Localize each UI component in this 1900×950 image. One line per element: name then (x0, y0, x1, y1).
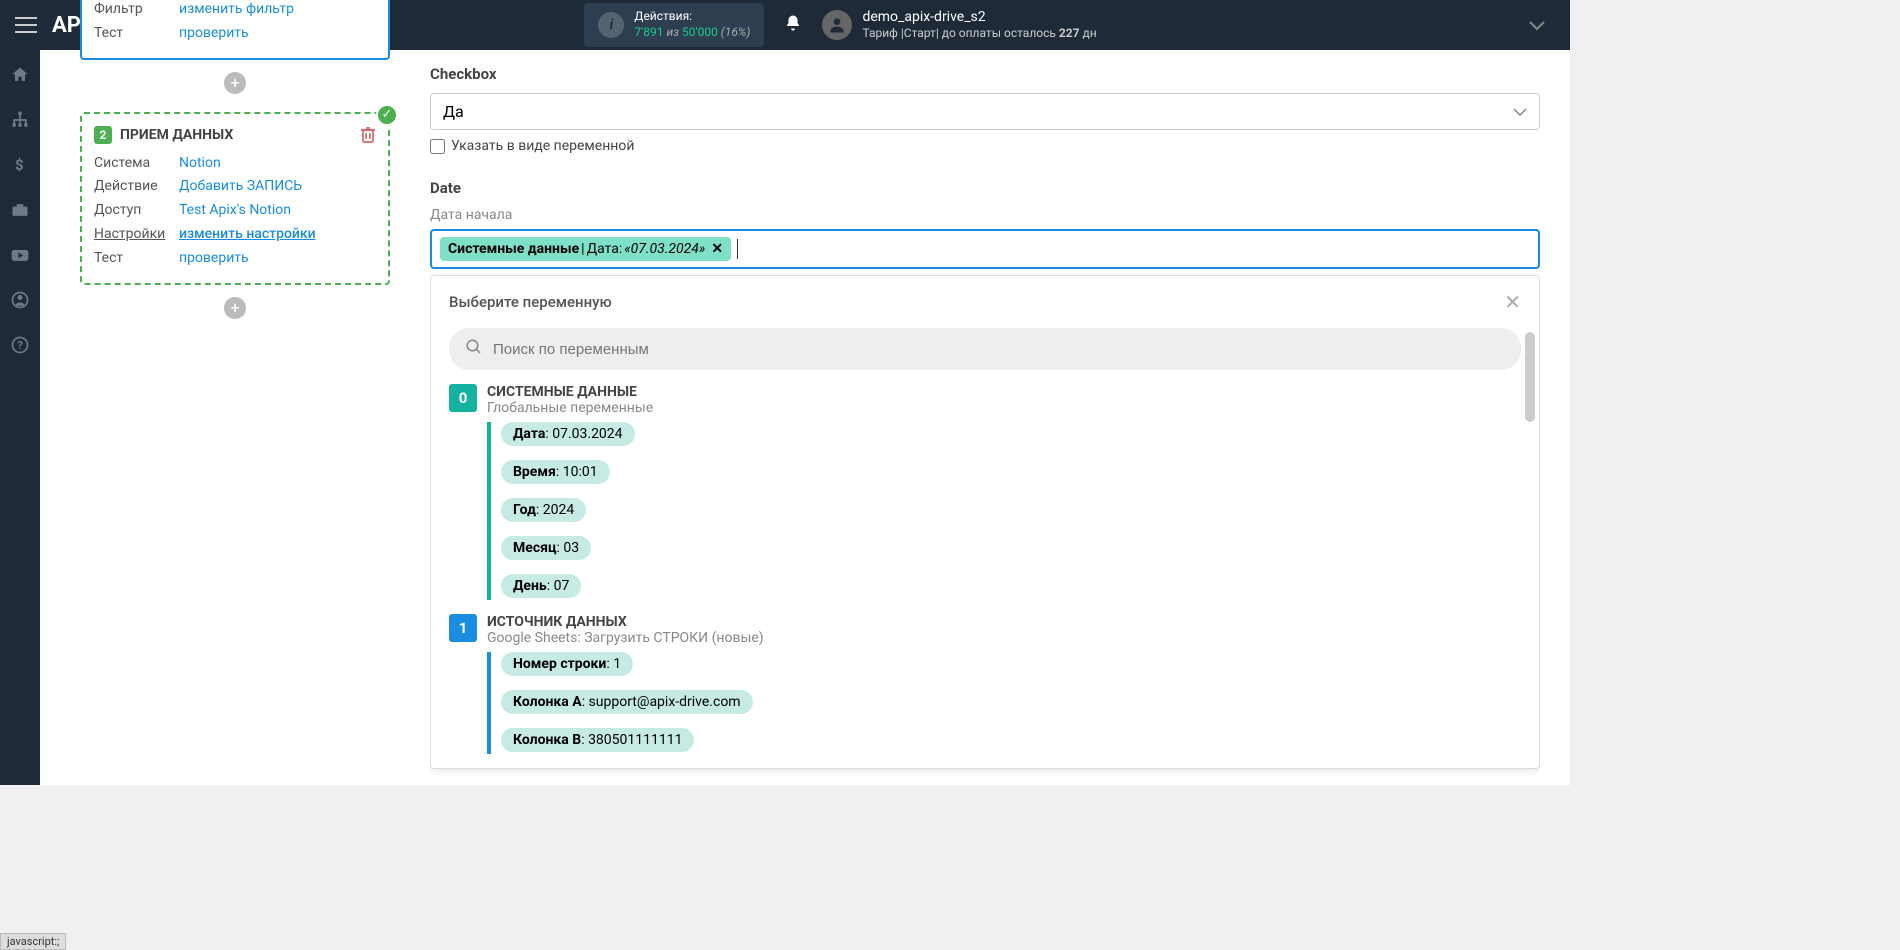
step-1-box: Фильтризменить фильтр Тестпроверить (80, 0, 390, 60)
user-info[interactable]: demo_apix-drive_s2 Тариф |Старт| до опла… (862, 8, 1096, 42)
scrollbar-thumb[interactable] (1525, 332, 1535, 422)
nav-home-icon[interactable] (10, 65, 30, 90)
date-sublabel: Дата начала (430, 207, 1540, 223)
date-tag[interactable]: Системные данные | Дата: «07.03.2024» ✕ (440, 237, 731, 261)
nav-connections-icon[interactable] (10, 110, 30, 135)
check-badge-icon: ✓ (376, 104, 398, 126)
step-2-box: ✓ 2ПРИЕМ ДАННЫХ СистемаNotion ДействиеДо… (80, 112, 390, 285)
use-variable-checkbox[interactable]: Указать в виде переменной (430, 138, 1540, 154)
access-link[interactable]: Test Apix's Notion (179, 199, 291, 223)
test-link-2[interactable]: проверить (179, 247, 249, 271)
settings-link[interactable]: изменить настройки (179, 223, 316, 247)
trash-icon[interactable] (360, 126, 376, 148)
add-step-button-2[interactable]: + (224, 297, 246, 319)
chevron-down-icon[interactable] (1529, 16, 1545, 35)
nav-help-icon[interactable]: ? (10, 335, 30, 360)
status-bar: javascript:; (0, 933, 66, 950)
action-link[interactable]: Добавить ЗАПИСЬ (179, 175, 302, 199)
date-tag-input[interactable]: Системные данные | Дата: «07.03.2024» ✕ (430, 229, 1540, 269)
nav-video-icon[interactable] (10, 245, 30, 270)
date-field-label: Date (430, 179, 1540, 197)
var-item[interactable]: Номер строки: 1 (501, 652, 633, 676)
variable-dropdown: Выберите переменную ✕ 0 СИСТЕМНЫЕ ДАННЫЕ… (430, 275, 1540, 769)
var-item[interactable]: Колонка A: support@apix-drive.com (501, 690, 753, 714)
var-item[interactable]: Год: 2024 (501, 498, 586, 522)
checkbox-field-label: Checkbox (430, 65, 1540, 83)
system-link[interactable]: Notion (179, 152, 221, 176)
tag-remove-icon[interactable]: ✕ (711, 241, 723, 257)
var-item[interactable]: Месяц: 03 (501, 536, 591, 560)
actions-usage[interactable]: i Действия: 7'891 из 50'000 (16%) (584, 3, 764, 46)
add-step-button-1[interactable]: + (224, 72, 246, 94)
variable-search[interactable] (449, 328, 1521, 370)
actions-label: Действия: (634, 9, 750, 25)
search-icon (465, 338, 483, 360)
var-item[interactable]: День: 07 (501, 574, 581, 598)
avatar-icon[interactable] (822, 10, 852, 40)
svg-text:$: $ (15, 156, 24, 174)
close-icon[interactable]: ✕ (1504, 290, 1521, 314)
svg-text:?: ? (18, 339, 23, 352)
nav-briefcase-icon[interactable] (10, 200, 30, 225)
nav-profile-icon[interactable] (10, 290, 30, 315)
dropdown-title: Выберите переменную (449, 293, 612, 311)
nav-billing-icon[interactable]: $ (10, 155, 30, 180)
var-section-1: 1 ИСТОЧНИК ДАННЫХ Google Sheets: Загрузи… (431, 614, 1539, 768)
search-input[interactable] (493, 341, 1505, 358)
chevron-down-icon (1513, 108, 1527, 116)
checkbox-select[interactable]: Да (430, 93, 1540, 130)
text-cursor (737, 239, 738, 259)
change-filter-link[interactable]: изменить фильтр (179, 0, 294, 22)
test-link-1[interactable]: проверить (179, 22, 249, 46)
var-section-0: 0 СИСТЕМНЫЕ ДАННЫЕ Глобальные переменные… (431, 384, 1539, 614)
var-item[interactable]: Дата: 07.03.2024 (501, 422, 635, 446)
var-item[interactable]: Колонка B: 380501111111 (501, 728, 694, 752)
bell-icon[interactable] (784, 14, 802, 37)
info-icon: i (598, 12, 624, 38)
var-item[interactable]: Время: 10:01 (501, 460, 610, 484)
menu-toggle[interactable] (15, 17, 37, 33)
